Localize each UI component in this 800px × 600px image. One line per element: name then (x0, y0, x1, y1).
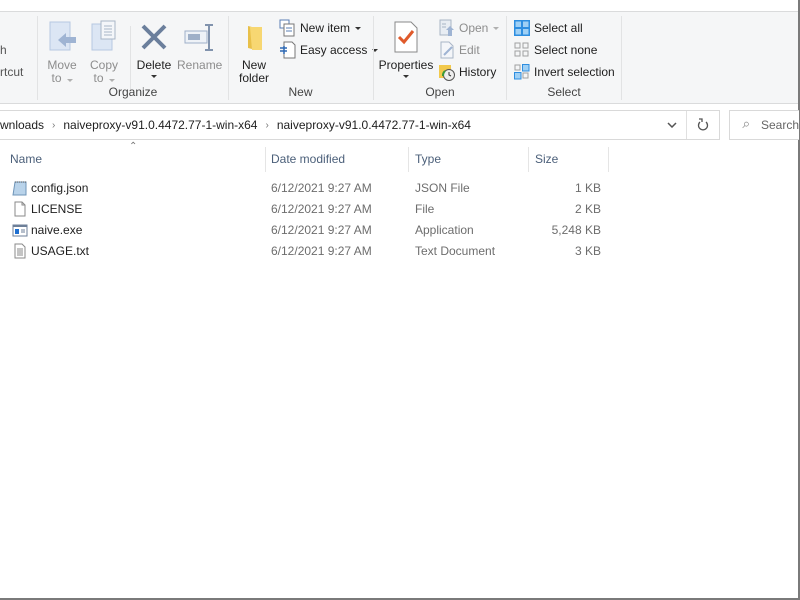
breadcrumb: wnloads › naiveproxy-v91.0.4472.77-1-win… (0, 118, 471, 132)
blank-file-icon (12, 201, 28, 217)
file-row[interactable]: naive.exe 6/12/2021 9:27 AM Application … (0, 220, 620, 241)
text-file-icon (12, 243, 28, 259)
folder-icon (238, 20, 270, 56)
open-group: Properties Open Edit History Open (374, 16, 506, 102)
chevron-down-icon (493, 26, 500, 30)
organize-group: Move to Copy to Delete Rename Organize (38, 16, 228, 102)
new-item-icon (279, 19, 297, 37)
select-group-label: Select (547, 85, 581, 99)
rename-icon (183, 20, 215, 56)
open-group-label: Open (425, 85, 455, 99)
select-all-icon (513, 19, 531, 37)
breadcrumb-item-current-folder[interactable]: naiveproxy-v91.0.4472.77-1-win-x64 (277, 118, 471, 132)
column-header-date-modified[interactable]: Date modified (265, 147, 408, 172)
breadcrumb-item-parent-folder[interactable]: naiveproxy-v91.0.4472.77-1-win-x64 (63, 118, 257, 132)
search-placeholder: Search (760, 118, 799, 132)
history-icon (438, 63, 456, 81)
chevron-down-icon (151, 75, 157, 78)
ribbon: h rtcut Move to Copy to Delete Rename Or… (0, 12, 798, 104)
group-divider (621, 16, 622, 100)
file-explorer-window: h rtcut Move to Copy to Delete Rename Or… (0, 0, 800, 600)
address-history-dropdown[interactable] (658, 111, 686, 139)
column-header-type[interactable]: Type (409, 147, 528, 172)
column-headers: ⌃ Name Date modified Type Size (0, 141, 798, 172)
file-row[interactable]: config.json 6/12/2021 9:27 AM JSON File … (0, 178, 620, 199)
invert-selection-icon (513, 63, 531, 81)
paste-shortcut-button-partial[interactable]: rtcut (0, 65, 23, 79)
file-row[interactable]: USAGE.txt 6/12/2021 9:27 AM Text Documen… (0, 241, 620, 262)
edit-button[interactable]: Edit (438, 40, 480, 60)
invert-selection-button[interactable]: Invert selection (513, 62, 615, 82)
edit-icon (438, 41, 456, 59)
breadcrumb-item-downloads[interactable]: wnloads (0, 118, 44, 132)
easy-access-button[interactable]: Easy access (279, 40, 379, 60)
select-none-icon (513, 41, 531, 59)
search-input[interactable]: Search (729, 110, 799, 140)
chevron-down-icon (403, 75, 409, 78)
group-divider (130, 26, 131, 90)
move-to-button[interactable]: Move to (44, 20, 80, 85)
json-file-icon (12, 180, 28, 196)
open-button[interactable]: Open (438, 18, 500, 38)
properties-button[interactable]: Properties (378, 20, 434, 78)
refresh-icon (697, 118, 709, 131)
chevron-down-icon (355, 26, 362, 30)
open-icon (438, 19, 456, 37)
move-to-icon (46, 20, 78, 56)
chevron-down-icon (667, 122, 677, 128)
search-icon (742, 121, 749, 129)
select-none-button[interactable]: Select none (513, 40, 597, 60)
organize-group-label: Organize (108, 85, 158, 99)
new-folder-button[interactable]: New folder (235, 20, 273, 85)
chevron-right-icon[interactable]: › (265, 120, 268, 131)
ribbon-tab-strip (0, 0, 798, 12)
select-group: Select all Select none Invert selection … (507, 16, 621, 102)
column-resize-handle[interactable] (608, 147, 609, 172)
column-header-name[interactable]: Name (4, 147, 264, 172)
new-item-button[interactable]: New item (279, 18, 362, 38)
copy-to-icon (88, 20, 120, 56)
refresh-button[interactable] (686, 111, 719, 139)
chevron-down-icon (66, 79, 73, 82)
copy-to-button[interactable]: Copy to (86, 20, 122, 85)
column-header-size[interactable]: Size (529, 147, 608, 172)
delete-button[interactable]: Delete (136, 20, 172, 78)
file-row[interactable]: LICENSE 6/12/2021 9:27 AM File 2 KB (0, 199, 620, 220)
delete-x-icon (138, 20, 170, 56)
properties-icon (390, 20, 422, 56)
select-all-button[interactable]: Select all (513, 18, 583, 38)
partial-label-1: h (0, 43, 7, 57)
history-button[interactable]: History (438, 62, 496, 82)
new-group: New folder New item Easy access New (229, 16, 379, 102)
chevron-right-icon[interactable]: › (52, 120, 55, 131)
chevron-down-icon (108, 79, 115, 82)
easy-access-icon (279, 41, 297, 59)
new-group-label: New (288, 85, 313, 99)
rename-button[interactable]: Rename (177, 20, 222, 72)
address-bar[interactable]: wnloads › naiveproxy-v91.0.4472.77-1-win… (0, 110, 720, 140)
application-icon (12, 222, 28, 238)
